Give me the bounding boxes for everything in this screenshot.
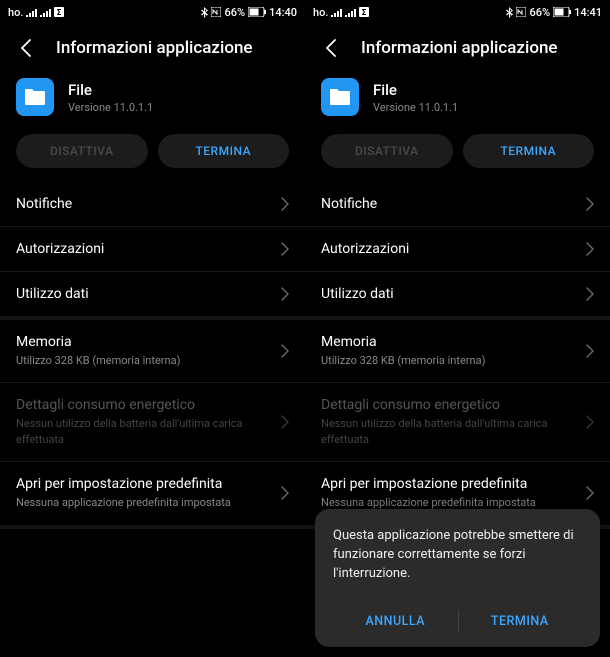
chevron-right-icon: [281, 197, 289, 211]
app-version: Versione 11.0.1.1: [373, 101, 458, 114]
folder-icon: [329, 88, 351, 106]
terminate-button[interactable]: TERMINA: [463, 134, 595, 168]
app-info-row: File Versione 11.0.1.1: [305, 76, 610, 134]
chevron-right-icon: [586, 344, 594, 358]
disable-button: DISATTIVA: [16, 134, 148, 168]
item-label: Dettagli consumo energetico: [16, 397, 271, 413]
arrow-left-icon: [16, 38, 36, 58]
dialog-message: Questa applicazione potrebbe smettere di…: [333, 527, 582, 584]
nfc-icon: [516, 7, 526, 17]
battery-icon: [553, 7, 571, 17]
clock: 14:40: [269, 6, 297, 19]
sim-icon: Σ: [54, 7, 64, 17]
chevron-right-icon: [281, 486, 289, 500]
page-title: Informazioni applicazione: [56, 38, 253, 58]
storage-item[interactable]: Memoria Utilizzo 328 KB (memoria interna…: [305, 320, 610, 383]
confirm-dialog: Questa applicazione potrebbe smettere di…: [315, 509, 600, 647]
carrier-label: ho.: [313, 6, 328, 19]
header: Informazioni applicazione: [305, 24, 610, 76]
item-label: Autorizzazioni: [16, 241, 271, 257]
data-usage-item[interactable]: Utilizzo dati: [0, 272, 305, 316]
dialog-cancel-button[interactable]: ANNULLA: [333, 600, 458, 643]
app-info-row: File Versione 11.0.1.1: [0, 76, 305, 134]
chevron-right-icon: [281, 344, 289, 358]
svg-text:Σ: Σ: [362, 8, 367, 17]
chevron-right-icon: [281, 287, 289, 301]
sim-icon: Σ: [359, 7, 369, 17]
app-icon: [16, 78, 54, 116]
permissions-item[interactable]: Autorizzazioni: [305, 227, 610, 272]
chevron-right-icon: [586, 242, 594, 256]
battery-percent: 66%: [224, 6, 245, 19]
item-sublabel: Utilizzo 328 KB (memoria interna): [321, 353, 576, 368]
open-by-default-item[interactable]: Apri per impostazione predefinita Nessun…: [0, 462, 305, 524]
nfc-icon: [211, 7, 221, 17]
carrier-label: ho.: [8, 6, 23, 19]
item-label: Memoria: [16, 334, 271, 350]
battery-icon: [248, 7, 266, 17]
status-bar: ho. Σ 66% 14:41: [305, 0, 610, 24]
arrow-left-icon: [321, 38, 341, 58]
action-buttons: DISATTIVA TERMINA: [0, 134, 305, 182]
signal-icon-2: [40, 8, 51, 17]
battery-percent: 66%: [529, 6, 550, 19]
data-usage-item[interactable]: Utilizzo dati: [305, 272, 610, 316]
chevron-right-icon: [586, 415, 594, 429]
chevron-right-icon: [586, 197, 594, 211]
back-button[interactable]: [16, 38, 36, 58]
back-button[interactable]: [321, 38, 341, 58]
notifications-item[interactable]: Notifiche: [305, 182, 610, 227]
signal-icon: [26, 8, 37, 17]
chevron-right-icon: [281, 415, 289, 429]
action-buttons: DISATTIVA TERMINA: [305, 134, 610, 182]
storage-item[interactable]: Memoria Utilizzo 328 KB (memoria interna…: [0, 320, 305, 383]
item-label: Memoria: [321, 334, 576, 350]
app-icon: [321, 78, 359, 116]
terminate-button[interactable]: TERMINA: [158, 134, 290, 168]
permissions-item[interactable]: Autorizzazioni: [0, 227, 305, 272]
item-sublabel: Utilizzo 328 KB (memoria interna): [16, 353, 271, 368]
folder-icon: [24, 88, 46, 106]
app-name: File: [68, 81, 153, 99]
energy-item: Dettagli consumo energetico Nessun utili…: [305, 383, 610, 462]
screen-right: ho. Σ 66% 14:41 Informazioni applicazion…: [305, 0, 610, 657]
dialog-confirm-button[interactable]: TERMINA: [458, 600, 583, 643]
chevron-right-icon: [281, 242, 289, 256]
signal-icon: [331, 8, 342, 17]
header: Informazioni applicazione: [0, 24, 305, 76]
item-label: Apri per impostazione predefinita: [321, 476, 576, 492]
item-label: Dettagli consumo energetico: [321, 397, 576, 413]
screen-left: ho. Σ 66% 14:40 Informazioni applicazion…: [0, 0, 305, 657]
app-version: Versione 11.0.1.1: [68, 101, 153, 114]
page-title: Informazioni applicazione: [361, 38, 558, 58]
status-bar: ho. Σ 66% 14:40: [0, 0, 305, 24]
item-label: Autorizzazioni: [321, 241, 576, 257]
item-label: Notifiche: [16, 196, 271, 212]
item-sublabel: Nessun utilizzo della batteria dall'ulti…: [16, 416, 271, 447]
item-label: Utilizzo dati: [16, 286, 271, 302]
clock: 14:41: [574, 6, 602, 19]
bluetooth-icon: [201, 7, 208, 18]
notifications-item[interactable]: Notifiche: [0, 182, 305, 227]
item-sublabel: Nessuna applicazione predefinita imposta…: [321, 495, 576, 510]
chevron-right-icon: [586, 486, 594, 500]
signal-icon-2: [345, 8, 356, 17]
item-label: Utilizzo dati: [321, 286, 576, 302]
item-label: Apri per impostazione predefinita: [16, 476, 271, 492]
energy-item: Dettagli consumo energetico Nessun utili…: [0, 383, 305, 462]
item-sublabel: Nessun utilizzo della batteria dall'ulti…: [321, 416, 576, 447]
bluetooth-icon: [506, 7, 513, 18]
disable-button: DISATTIVA: [321, 134, 453, 168]
chevron-right-icon: [586, 287, 594, 301]
svg-text:Σ: Σ: [57, 8, 62, 17]
item-sublabel: Nessuna applicazione predefinita imposta…: [16, 495, 271, 510]
app-name: File: [373, 81, 458, 99]
item-label: Notifiche: [321, 196, 576, 212]
